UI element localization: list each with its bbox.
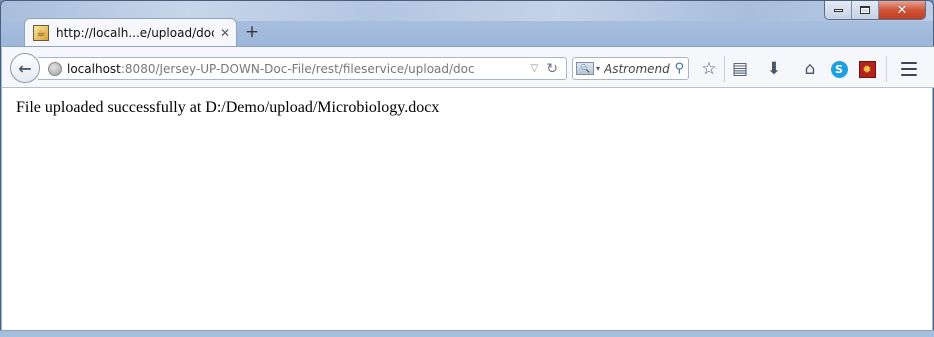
- tab-title: http://localh...e/upload/doc: [56, 26, 214, 40]
- toolbar-separator: [724, 56, 725, 82]
- search-input[interactable]: Astromend: [604, 62, 674, 76]
- tab-active[interactable]: ☕ http://localh...e/upload/doc ✕: [24, 18, 237, 47]
- bookmark-star-icon[interactable]: ☆: [698, 58, 720, 80]
- new-tab-button[interactable]: +: [243, 22, 261, 42]
- close-icon: ✕: [896, 2, 908, 18]
- navigation-toolbar: localhost:8080/Jersey-UP-DOWN-Doc-File/r…: [2, 46, 934, 88]
- dropdown-icon[interactable]: ▽: [531, 63, 539, 74]
- maximize-button[interactable]: [852, 1, 879, 19]
- home-icon[interactable]: ⌂: [799, 58, 821, 80]
- menu-icon: [901, 62, 917, 76]
- globe-icon[interactable]: [48, 61, 62, 76]
- url-path: :8080/Jersey-UP-DOWN-Doc-File/rest/files…: [120, 61, 475, 76]
- back-button[interactable]: ←: [10, 53, 40, 83]
- toolbar-separator: [886, 56, 887, 82]
- skype-button[interactable]: S: [828, 58, 850, 80]
- reading-list-icon[interactable]: ▤: [729, 58, 751, 80]
- search-engine-icon[interactable]: 🔍: [576, 62, 594, 75]
- minimize-icon: [833, 8, 843, 12]
- tab-close-icon[interactable]: ✕: [214, 26, 236, 40]
- addon-button[interactable]: ✹: [856, 58, 878, 80]
- menu-button[interactable]: [898, 58, 920, 80]
- minimize-button[interactable]: [825, 1, 852, 19]
- url-bar[interactable]: localhost:8080/Jersey-UP-DOWN-Doc-File/r…: [38, 57, 567, 80]
- magnifier-icon[interactable]: ⚲: [674, 61, 684, 76]
- page-content: File uploaded successfully at D:/Demo/up…: [2, 88, 932, 331]
- download-icon[interactable]: ⬇: [763, 58, 785, 80]
- url-text[interactable]: localhost:8080/Jersey-UP-DOWN-Doc-File/r…: [67, 62, 531, 76]
- skype-icon: S: [830, 60, 848, 78]
- search-bar[interactable]: 🔍 ▾ Astromend ⚲: [572, 57, 689, 80]
- addon-icon: ✹: [858, 60, 876, 78]
- window-bottom-border: [0, 330, 934, 337]
- back-icon: ←: [18, 58, 32, 78]
- upload-success-message: File uploaded successfully at D:/Demo/up…: [16, 99, 440, 116]
- reload-icon[interactable]: ↻: [546, 61, 558, 77]
- caption-buttons: ✕: [824, 1, 926, 20]
- java-duke-icon: ☕: [33, 25, 49, 41]
- url-host: localhost: [67, 61, 121, 76]
- browser-window: ✕ ☕ http://localh...e/upload/doc ✕ + loc…: [0, 0, 934, 337]
- maximize-icon: [860, 6, 870, 14]
- close-window-button[interactable]: ✕: [879, 1, 925, 19]
- engine-caret-icon[interactable]: ▾: [596, 64, 600, 73]
